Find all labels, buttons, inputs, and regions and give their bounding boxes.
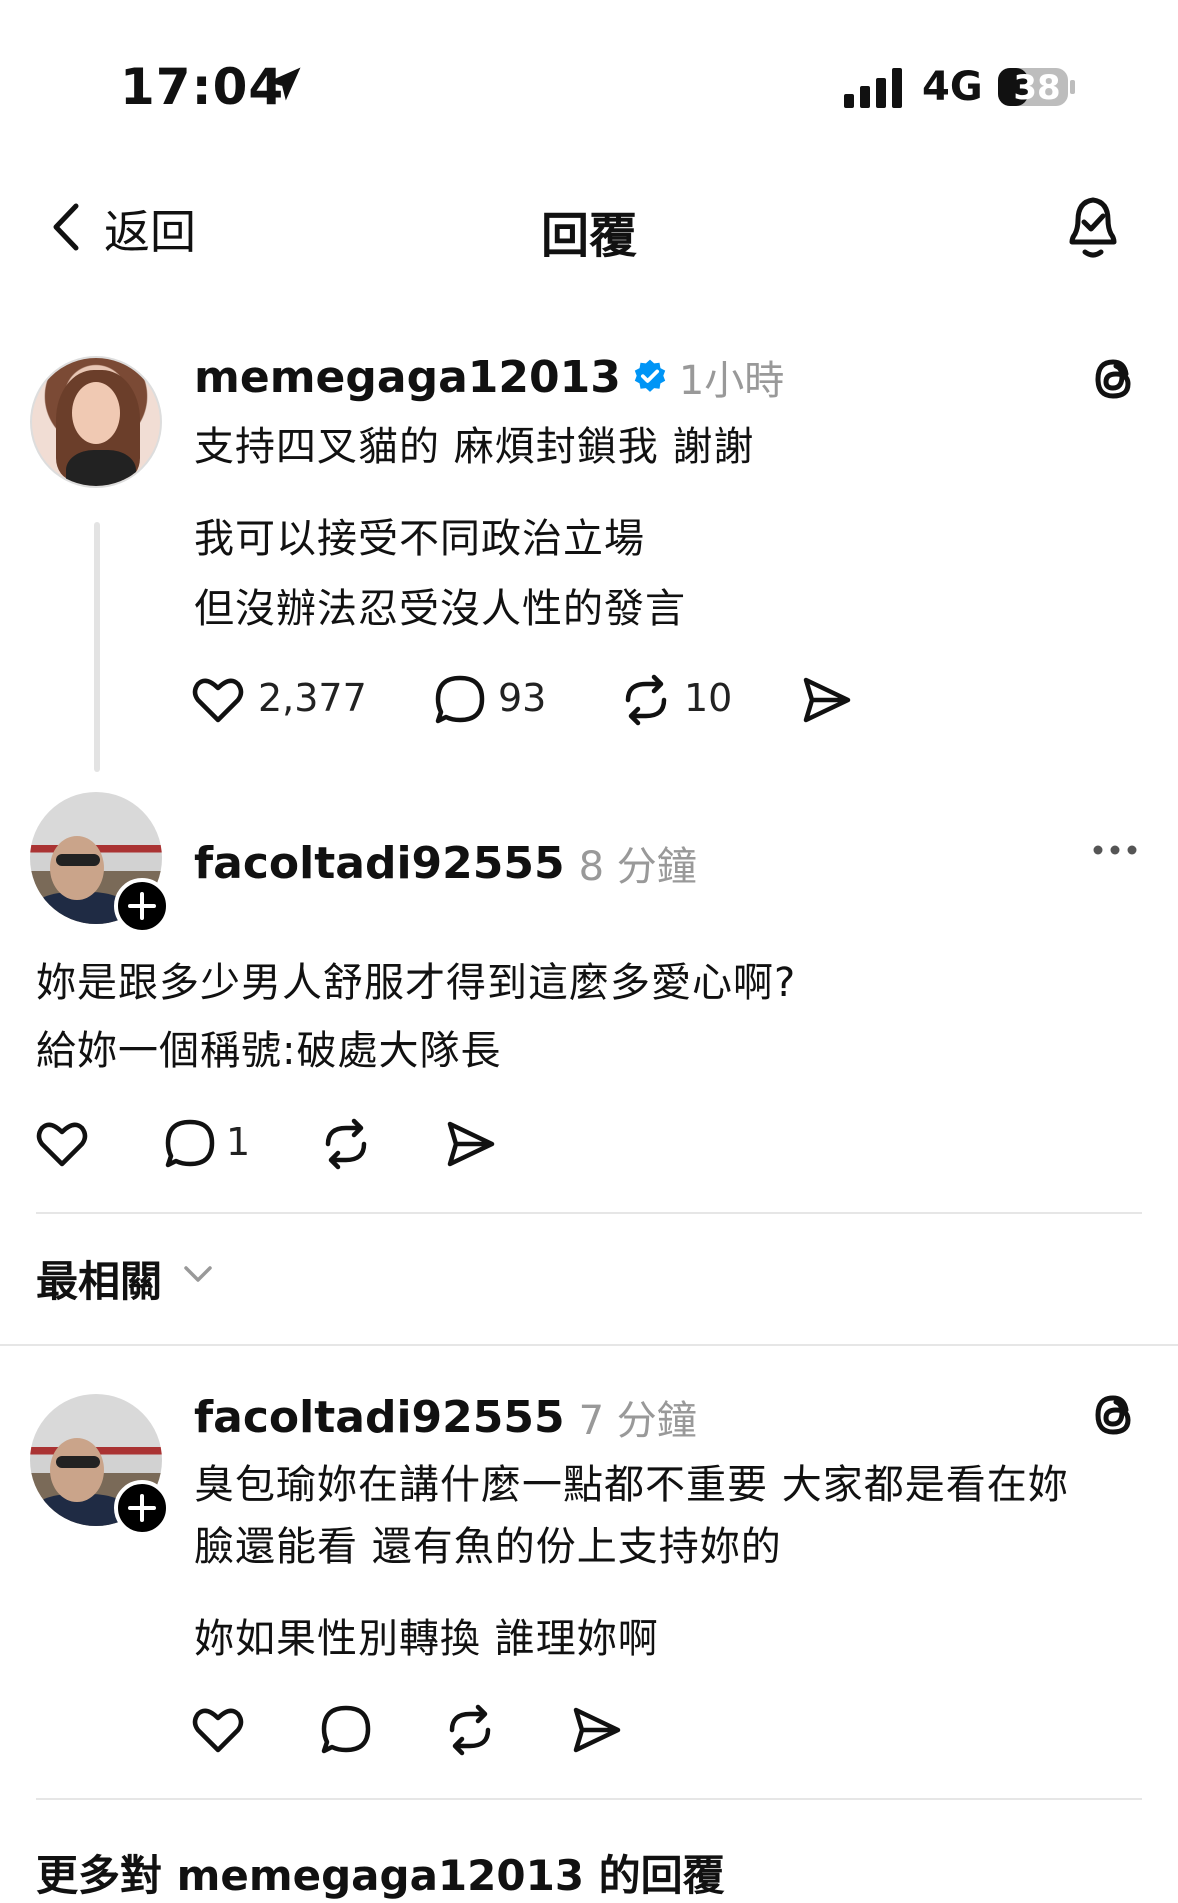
bell-check-icon[interactable] — [1060, 192, 1126, 262]
reply-username[interactable]: facoltadi92555 — [194, 838, 565, 889]
more-replies-link[interactable]: 更多對 memegaga12013 的回覆 — [36, 1842, 725, 1903]
reply-text-line-2: 給妳一個稱號:破處大隊長 — [36, 1028, 502, 1074]
sort-dropdown[interactable]: 最相關 — [36, 1248, 162, 1309]
follow-plus-button[interactable] — [114, 1480, 170, 1536]
heart-icon[interactable] — [190, 1702, 246, 1758]
reply-text-line-2: 臉還能看 還有魚的份上支持妳的 — [194, 1524, 782, 1570]
repost-icon[interactable] — [618, 672, 674, 728]
post-time: 1小時 — [678, 358, 785, 404]
repost-icon[interactable] — [318, 1116, 374, 1172]
like-count: 2,377 — [258, 676, 367, 720]
battery-level: 38 — [1013, 68, 1061, 108]
signal-bars-icon — [844, 68, 902, 108]
send-icon[interactable] — [568, 1702, 624, 1758]
page-title: 回覆 — [540, 208, 637, 264]
repost-count: 10 — [684, 676, 733, 720]
repost-icon[interactable] — [442, 1702, 498, 1758]
avatar[interactable] — [30, 356, 162, 488]
more-options-icon[interactable] — [1090, 840, 1140, 860]
reply-text-line-1: 臭包瑜妳在講什麼一點都不重要 大家都是看在妳 — [194, 1462, 1069, 1508]
reply-time: 8 分鐘 — [578, 844, 697, 890]
comment-count: 93 — [498, 676, 547, 720]
divider — [36, 1798, 1142, 1800]
send-icon[interactable] — [798, 672, 854, 728]
plus-icon — [128, 1494, 156, 1522]
send-icon[interactable] — [442, 1116, 498, 1172]
heart-icon[interactable] — [34, 1116, 90, 1172]
status-time: 17:04 — [120, 58, 285, 116]
divider — [0, 1344, 1178, 1346]
reply-username[interactable]: facoltadi92555 — [194, 1392, 565, 1443]
comment-icon[interactable] — [432, 672, 488, 728]
comment-count: 1 — [226, 1120, 251, 1164]
verified-badge-icon — [634, 359, 666, 392]
post-text-line-3: 但沒辦法忍受沒人性的發言 — [194, 586, 686, 632]
follow-plus-button[interactable] — [114, 878, 170, 934]
plus-icon — [128, 892, 156, 920]
post-username[interactable]: memegaga12013 — [194, 352, 621, 403]
reply-text-line-3: 妳如果性別轉換 誰理妳啊 — [194, 1616, 659, 1662]
comment-icon[interactable] — [318, 1702, 374, 1758]
post-text-line-1: 支持四叉貓的 麻煩封鎖我 謝謝 — [194, 424, 755, 470]
thread-connector-line — [94, 522, 100, 772]
threads-logo-icon — [1095, 359, 1131, 399]
post-text-line-2: 我可以接受不同政治立場 — [194, 516, 645, 562]
reply-text-line-1: 妳是跟多少男人舒服才得到這麼多愛心啊? — [36, 960, 797, 1006]
network-type: 4G — [922, 64, 983, 110]
threads-logo-icon — [1095, 1395, 1131, 1435]
heart-icon[interactable] — [190, 672, 246, 728]
comment-icon[interactable] — [162, 1116, 218, 1172]
reply-time: 7 分鐘 — [578, 1398, 697, 1444]
chevron-down-icon[interactable] — [180, 1262, 216, 1286]
location-arrow-icon — [267, 67, 301, 101]
divider — [36, 1212, 1142, 1214]
